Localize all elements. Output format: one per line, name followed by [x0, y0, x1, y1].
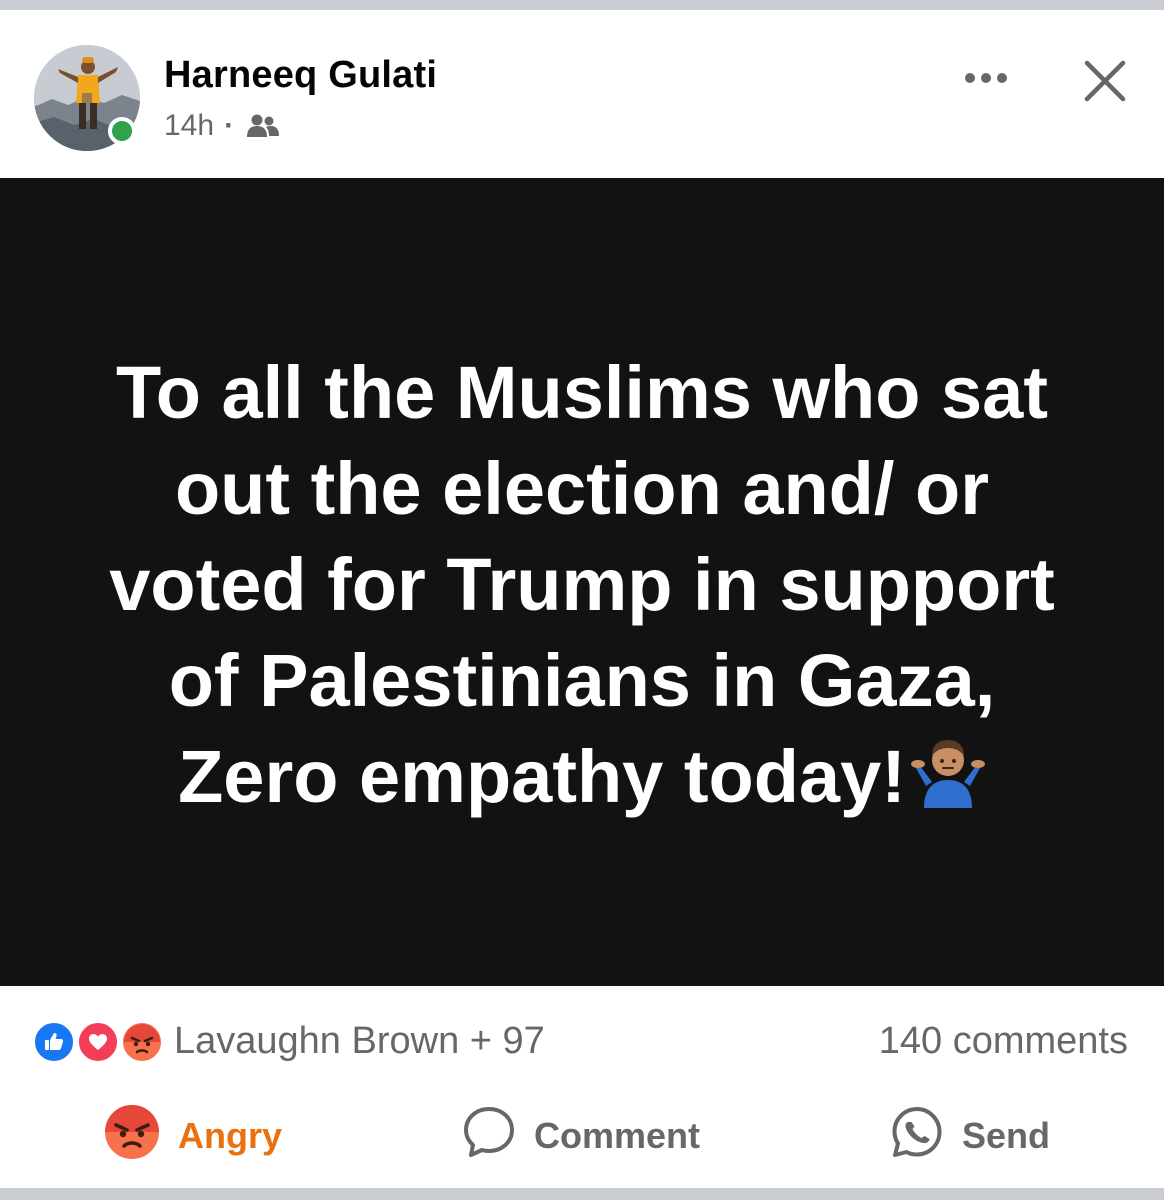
close-button[interactable]	[1080, 58, 1130, 106]
comment-button[interactable]: Comment	[462, 1106, 700, 1166]
meta-separator: ·	[224, 109, 235, 142]
like-icon	[32, 1020, 76, 1064]
post-timestamp[interactable]: 14h	[164, 109, 214, 143]
send-icon	[890, 1105, 944, 1168]
love-icon	[76, 1020, 120, 1064]
close-icon	[1084, 60, 1126, 102]
more-options-icon	[965, 73, 1007, 83]
author-avatar-wrap[interactable]	[34, 45, 140, 151]
post-page: Harneeq Gulati 14h · To all the Muslims …	[0, 0, 1164, 1200]
angry-icon	[120, 1020, 164, 1064]
angry-label: Angry	[178, 1115, 283, 1156]
comment-icon	[462, 1105, 516, 1168]
send-button[interactable]: Send	[890, 1106, 1050, 1166]
angry-icon	[104, 1104, 160, 1169]
reaction-icons[interactable]	[32, 1020, 166, 1064]
angry-reaction-button[interactable]: Angry	[104, 1104, 283, 1169]
comment-label: Comment	[534, 1115, 701, 1156]
post-text-block: To all the Muslims who sat out the elect…	[82, 345, 1082, 825]
post-meta: 14h ·	[164, 108, 280, 144]
post-header: Harneeq Gulati 14h ·	[0, 10, 1164, 178]
post-action-bar: Angry Comment Send	[0, 1086, 1164, 1188]
online-status-indicator	[108, 117, 136, 145]
reactors-summary[interactable]: Lavaughn Brown + 97	[174, 1020, 545, 1063]
send-label: Send	[962, 1115, 1051, 1156]
top-divider	[0, 0, 1164, 10]
friends-icon[interactable]	[246, 113, 280, 139]
person-shrugging-emoji	[910, 732, 986, 808]
more-options-button[interactable]	[958, 58, 1014, 98]
post-text-card[interactable]: To all the Muslims who sat out the elect…	[0, 178, 1164, 986]
comments-count[interactable]: 140 comments	[879, 1020, 1128, 1063]
author-name[interactable]: Harneeq Gulati	[164, 54, 437, 97]
reactions-summary-row: Lavaughn Brown + 97 140 comments	[0, 986, 1164, 1086]
bottom-divider	[0, 1188, 1164, 1200]
